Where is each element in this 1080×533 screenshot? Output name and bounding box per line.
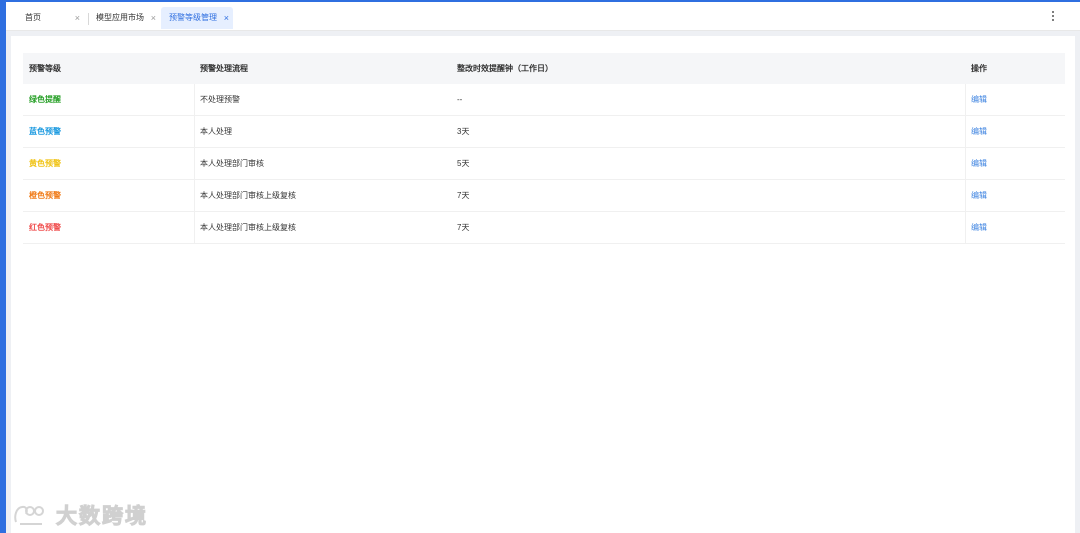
- table-row: 蓝色预警 本人处理 3天 编辑: [23, 116, 1065, 148]
- timeliness-cell: 5天: [457, 159, 470, 168]
- warning-level-cell: 橙色预警: [29, 191, 61, 200]
- process-cell: 不处理预警: [200, 95, 240, 104]
- left-edge-accent: [0, 0, 6, 533]
- warning-level-cell: 蓝色预警: [29, 127, 61, 136]
- close-icon[interactable]: ×: [224, 7, 229, 29]
- process-cell: 本人处理部门审核上级复核: [200, 223, 296, 232]
- warning-level-cell: 绿色提醒: [29, 95, 61, 104]
- edit-link[interactable]: 编辑: [971, 180, 987, 211]
- column-divider: [965, 148, 966, 179]
- tab-separator: [88, 13, 89, 25]
- tab-bar: 首页 × 模型应用市场 × 预警等级管理 ×: [6, 2, 1080, 31]
- table-row: 橙色预警 本人处理部门审核上级复核 7天 编辑: [23, 180, 1065, 212]
- column-divider: [194, 180, 195, 211]
- edit-link[interactable]: 编辑: [971, 148, 987, 179]
- column-divider: [194, 84, 195, 115]
- process-cell: 本人处理部门审核上级复核: [200, 191, 296, 200]
- tab-home[interactable]: 首页 ×: [12, 7, 86, 29]
- process-cell: 本人处理: [200, 127, 232, 136]
- header-action: 操作: [971, 64, 987, 73]
- warning-level-cell: 黄色预警: [29, 159, 61, 168]
- more-vertical-icon[interactable]: [1050, 11, 1056, 23]
- column-divider: [194, 148, 195, 179]
- edit-link[interactable]: 编辑: [971, 84, 987, 115]
- table-row: 黄色预警 本人处理部门审核 5天 编辑: [23, 148, 1065, 180]
- tab-model-market-label: 模型应用市场: [96, 13, 144, 22]
- column-divider: [965, 180, 966, 211]
- warning-level-table: 预警等级 预警处理流程 整改时效提醒钟（工作日） 操作 绿色提醒 不处理预警 -…: [23, 53, 1065, 244]
- tab-model-market[interactable]: 模型应用市场 ×: [90, 7, 158, 29]
- tab-home-label: 首页: [25, 13, 41, 22]
- header-process: 预警处理流程: [200, 64, 248, 73]
- timeliness-cell: 7天: [457, 191, 470, 200]
- column-divider: [965, 212, 966, 243]
- edit-link[interactable]: 编辑: [971, 212, 987, 243]
- timeliness-cell: --: [457, 95, 463, 104]
- watermark-text: 大数跨境: [56, 505, 148, 529]
- timeliness-cell: 3天: [457, 127, 470, 136]
- column-divider: [965, 116, 966, 147]
- brand-logo-icon: [14, 505, 44, 525]
- close-icon[interactable]: ×: [151, 7, 156, 29]
- tab-warning-level-management[interactable]: 预警等级管理 ×: [161, 7, 233, 29]
- tab-warning-level-label: 预警等级管理: [169, 13, 217, 22]
- watermark: 大数跨境: [12, 500, 148, 530]
- close-icon[interactable]: ×: [75, 7, 80, 29]
- column-divider: [194, 116, 195, 147]
- table-row: 红色预警 本人处理部门审核上级复核 7天 编辑: [23, 212, 1065, 244]
- header-warning-level: 预警等级: [29, 64, 61, 73]
- table-row: 绿色提醒 不处理预警 -- 编辑: [23, 84, 1065, 116]
- edit-link[interactable]: 编辑: [971, 116, 987, 147]
- main-content: 预警等级 预警处理流程 整改时效提醒钟（工作日） 操作 绿色提醒 不处理预警 -…: [11, 36, 1075, 533]
- timeliness-cell: 7天: [457, 223, 470, 232]
- header-timeliness: 整改时效提醒钟（工作日）: [457, 64, 553, 73]
- column-divider: [965, 84, 966, 115]
- process-cell: 本人处理部门审核: [200, 159, 264, 168]
- column-divider: [194, 212, 195, 243]
- table-header: 预警等级 预警处理流程 整改时效提醒钟（工作日） 操作: [23, 53, 1065, 84]
- warning-level-cell: 红色预警: [29, 223, 61, 232]
